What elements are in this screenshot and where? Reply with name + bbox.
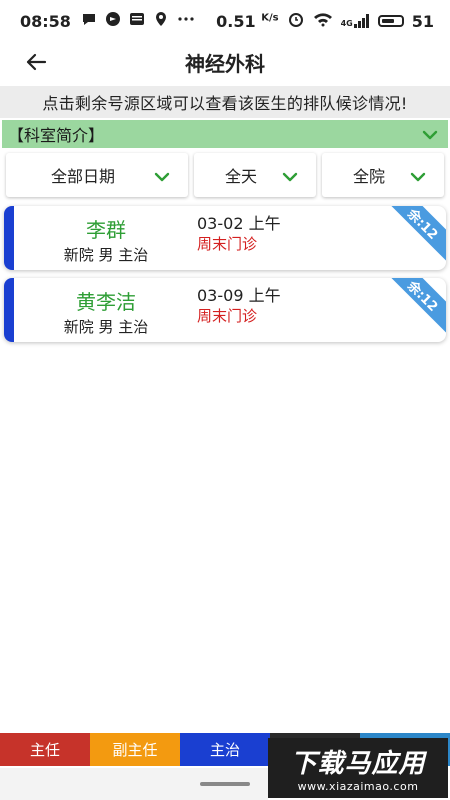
time-filter-label: 全天 — [224, 167, 257, 186]
watermark-title: 下载马应用 — [290, 749, 426, 779]
dept-intro-label: 【科室简介】 — [8, 126, 105, 145]
appointment-date: 03-02 上午 — [197, 214, 281, 233]
location-icon — [153, 11, 169, 31]
page-title: 神经外科 — [185, 51, 265, 76]
back-arrow-icon — [26, 53, 47, 71]
remaining-slots-badge[interactable]: 余:12 — [382, 278, 446, 337]
tab-attending[interactable]: 主治 — [180, 733, 270, 766]
doctor-card[interactable]: 李群 新院 男 主治 03-02 上午 周末门诊 余:12 — [4, 206, 446, 270]
app-icon — [105, 11, 121, 31]
signal-icon: 4G — [341, 14, 370, 28]
watermark-logo: 下载马应用 www.xiazaimao.com — [268, 738, 448, 798]
filter-bar: 全部日期 全天 全院 — [6, 153, 446, 197]
appointment-date: 03-09 上午 — [197, 286, 281, 305]
more-icon — [177, 11, 195, 31]
queue-notice: 点击剩余号源区域可以查看该医生的排队候诊情况! — [0, 86, 450, 118]
home-indicator[interactable] — [200, 782, 250, 786]
doctor-name: 李群 — [86, 218, 126, 242]
status-time: 08:58 — [20, 11, 71, 31]
status-right: 0.51 K/s 4G 51 — [216, 10, 434, 32]
chevron-down-icon — [410, 167, 426, 186]
tab-deputy-director[interactable]: 副主任 — [90, 733, 180, 766]
campus-filter-dropdown[interactable]: 全院 — [322, 153, 444, 197]
wifi-icon — [313, 11, 333, 31]
date-filter-dropdown[interactable]: 全部日期 — [6, 153, 188, 197]
notification-icons — [81, 11, 195, 31]
card-accent — [4, 278, 14, 342]
remaining-slots-badge[interactable]: 余:12 — [382, 206, 446, 265]
chat-icon — [81, 11, 97, 31]
tab-director[interactable]: 主任 — [0, 733, 90, 766]
news-icon — [129, 11, 145, 31]
doctor-info: 新院 男 主治 — [63, 246, 149, 264]
clinic-type: 周末门诊 — [197, 307, 258, 325]
battery-icon — [377, 15, 404, 27]
watermark-url: www.xiazaimao.com — [297, 780, 419, 793]
time-filter-dropdown[interactable]: 全天 — [194, 153, 316, 197]
chevron-down-icon — [282, 167, 298, 186]
doctor-name: 黄李洁 — [76, 290, 136, 314]
clinic-type: 周末门诊 — [197, 235, 258, 253]
system-nav-bar — [0, 768, 268, 800]
dept-intro-toggle[interactable]: 【科室简介】 — [2, 120, 448, 148]
status-bar: 08:58 0.51 K/s 4G 51 — [0, 0, 450, 42]
battery-level: 51 — [411, 11, 434, 31]
card-accent — [4, 206, 14, 270]
app-header: 神经外科 — [0, 42, 450, 82]
date-filter-label: 全部日期 — [50, 167, 115, 186]
back-button[interactable] — [22, 48, 50, 76]
doctor-info: 新院 男 主治 — [63, 318, 149, 336]
network-speed: 0.51 K/s — [216, 11, 279, 31]
chevron-down-icon — [154, 167, 170, 186]
chevron-down-icon — [422, 125, 438, 144]
campus-filter-label: 全院 — [352, 167, 385, 186]
alarm-icon — [287, 10, 305, 32]
doctor-card[interactable]: 黄李洁 新院 男 主治 03-09 上午 周末门诊 余:12 — [4, 278, 446, 342]
doctor-list: 李群 新院 男 主治 03-02 上午 周末门诊 余:12 黄李洁 新院 男 主… — [4, 206, 446, 350]
